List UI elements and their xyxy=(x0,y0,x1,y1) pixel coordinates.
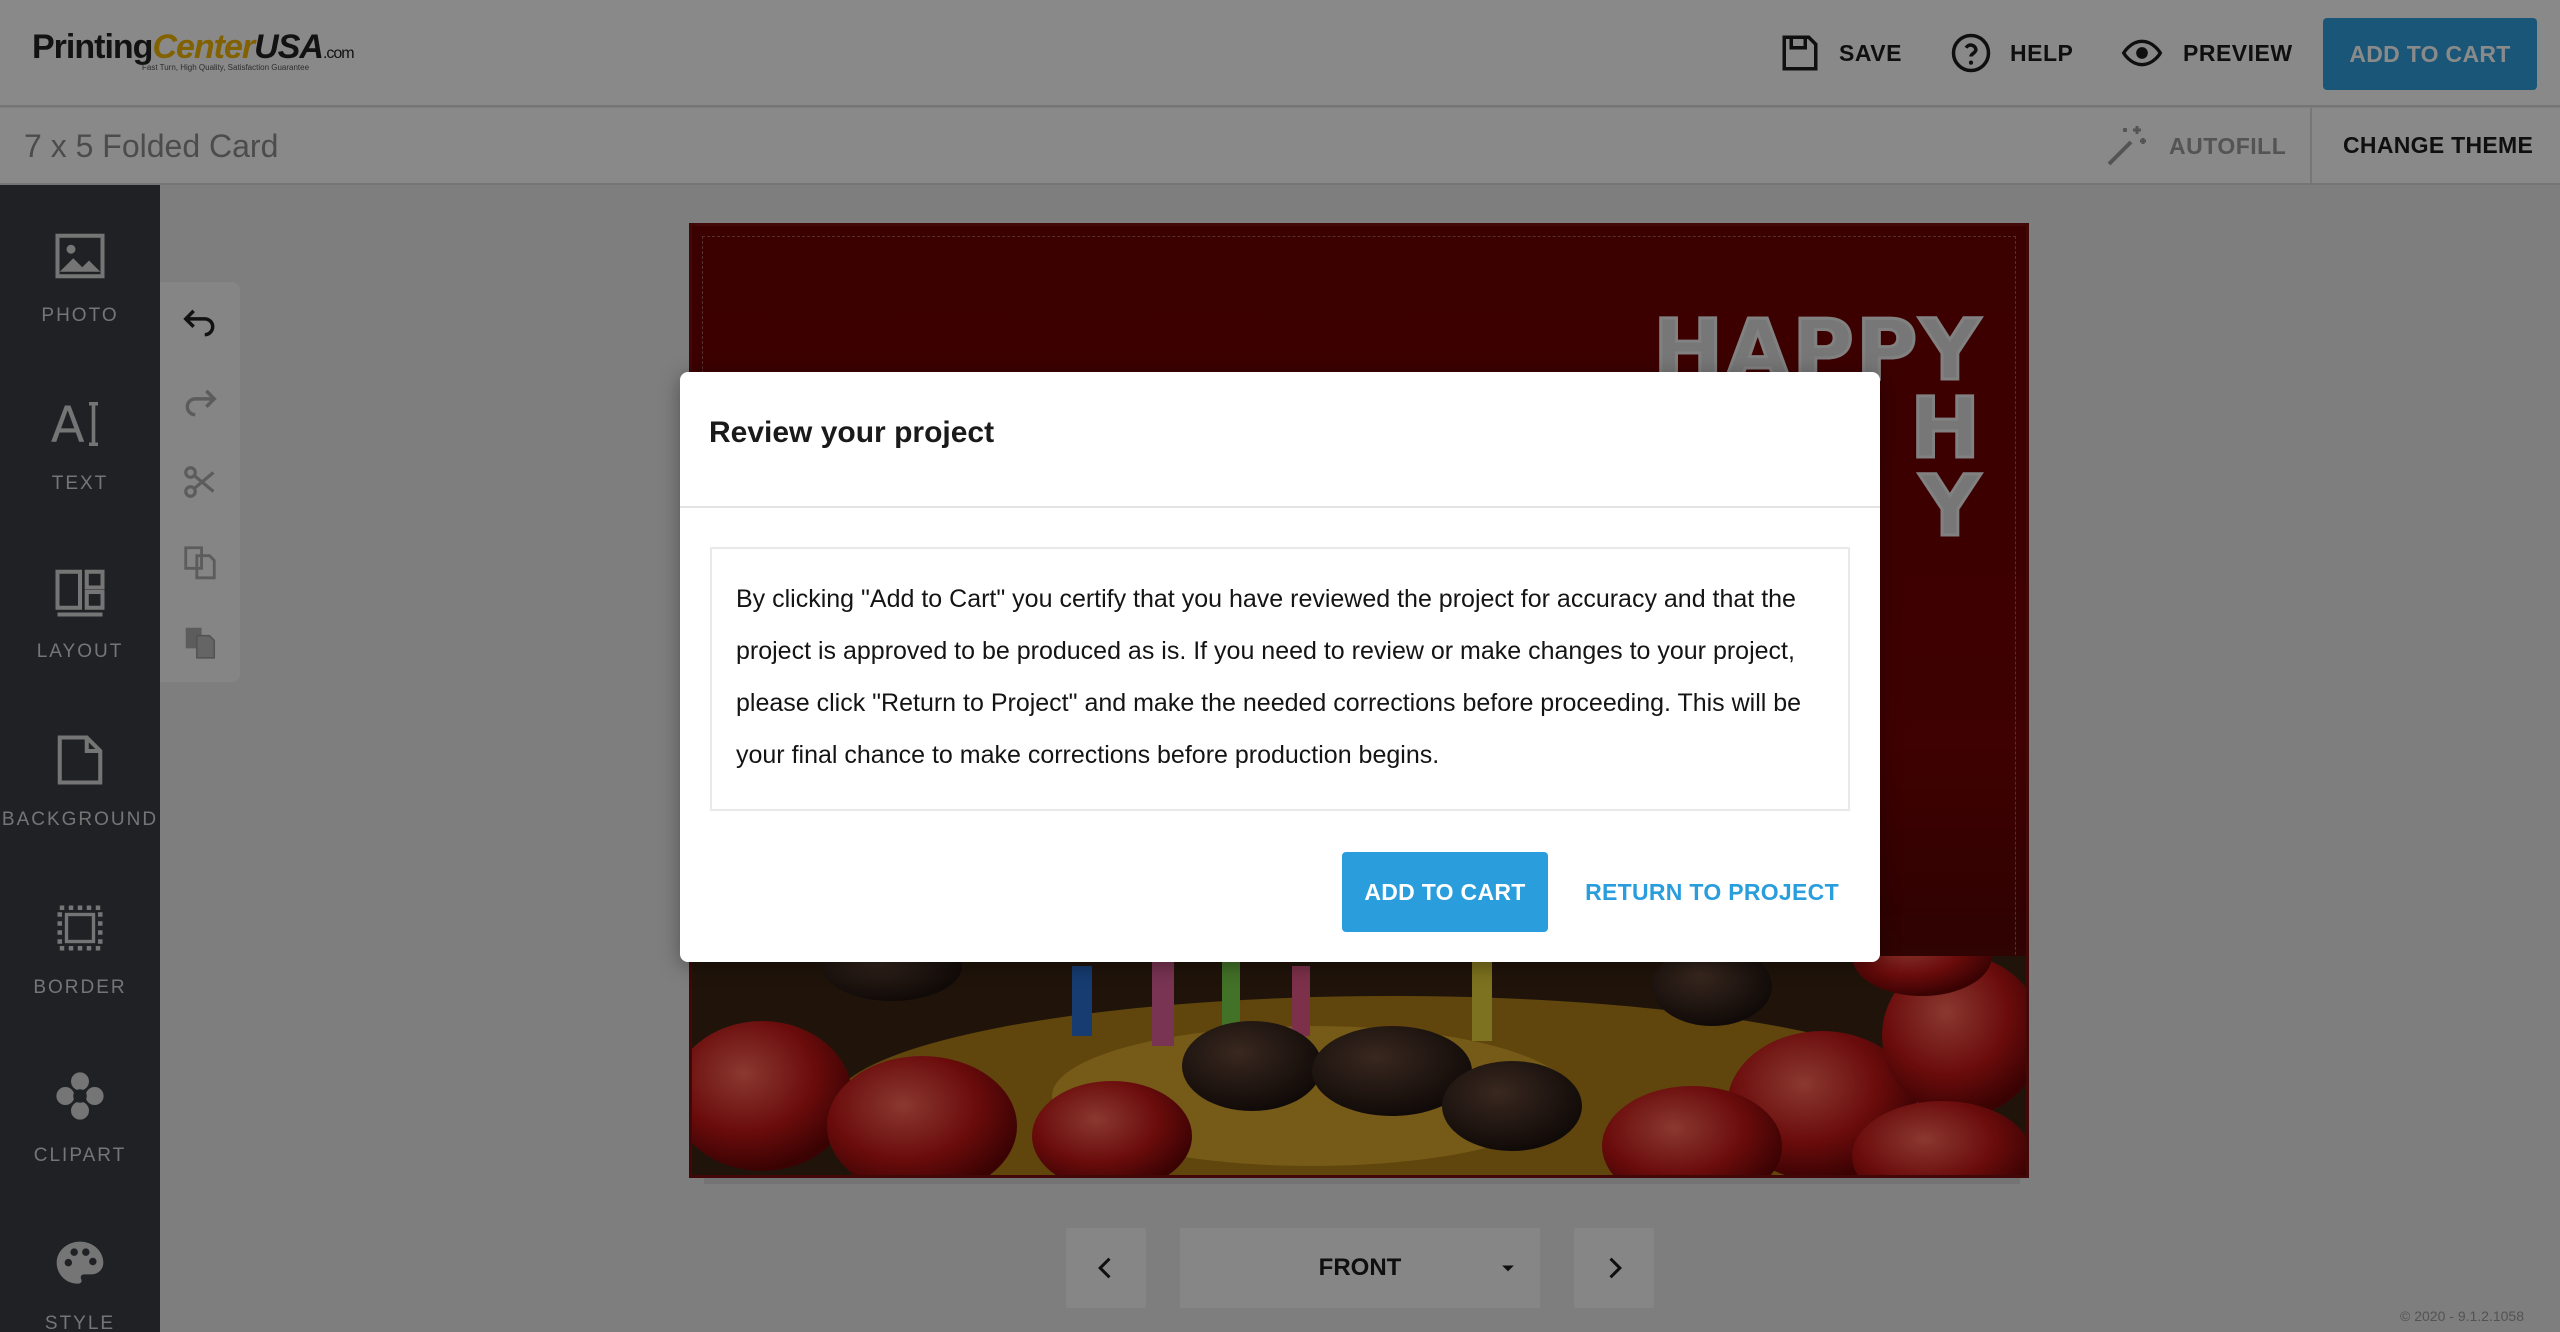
review-project-dialog: Review your project By clicking "Add to … xyxy=(680,372,1880,962)
dialog-title: Review your project xyxy=(709,416,995,449)
return-to-project-button[interactable]: RETURN TO PROJECT xyxy=(1581,852,1843,932)
dialog-message: By clicking "Add to Cart" you certify th… xyxy=(710,547,1850,811)
dialog-add-to-cart-button[interactable]: ADD TO CART xyxy=(1342,852,1548,932)
dialog-divider xyxy=(680,506,1880,508)
